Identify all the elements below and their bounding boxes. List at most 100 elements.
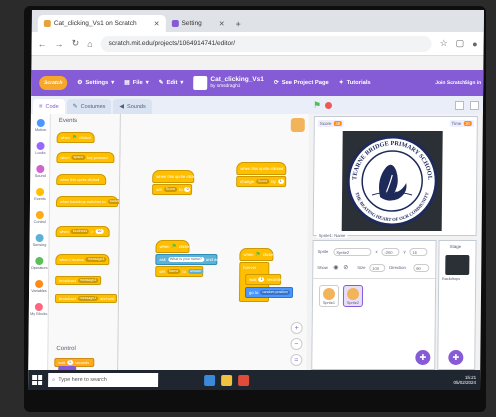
add-sprite-button[interactable]: ✚ <box>415 350 431 365</box>
bookmark-star-icon[interactable]: ☆ <box>440 38 448 49</box>
size-input[interactable]: 100 <box>369 264 386 272</box>
close-icon[interactable]: ✕ <box>219 20 225 28</box>
position-dropdown[interactable]: random position <box>260 290 290 295</box>
palette-block-when-i-receive[interactable]: when I receive message1 <box>55 254 110 265</box>
small-stage-icon[interactable] <box>454 100 465 110</box>
value-input[interactable]: 1 <box>67 360 74 365</box>
taskbar-search[interactable]: ⌕ Type here to search <box>48 373 159 387</box>
extensions-icon[interactable]: ▢ <box>456 38 465 49</box>
value-input[interactable]: 0 <box>184 187 191 192</box>
palette-block-broadcast-and-wait[interactable]: broadcast message1 and wait <box>54 294 118 303</box>
forward-icon[interactable]: → <box>55 39 64 49</box>
value-input[interactable]: 1 <box>277 179 284 184</box>
stage-selector[interactable]: Stage Backdrops ✚ <box>437 240 477 370</box>
category-operators[interactable]: Operators <box>29 252 49 275</box>
palette-block-when-sprite-clicked[interactable]: when this sprite clicked <box>56 174 107 185</box>
code-block-wait-seconds[interactable]: wait 1 seconds <box>245 274 282 285</box>
stop-icon[interactable] <box>325 101 333 109</box>
fullscreen-icon[interactable] <box>469 100 480 110</box>
code-block-change-score[interactable]: change Score by 1 <box>236 176 287 187</box>
variable-dropdown[interactable]: Score <box>255 179 270 184</box>
palette-block-when-flag-clicked[interactable]: when ⚑ clicked <box>56 132 95 143</box>
sprite-tile-sprite2[interactable]: Sprite2 <box>342 285 364 307</box>
reload-icon[interactable]: ↻ <box>72 38 80 49</box>
file-explorer-icon[interactable] <box>221 374 233 386</box>
code-block-when-sprite-clicked[interactable]: when this sprite clicked <box>236 162 287 175</box>
category-sound[interactable]: Sound <box>30 160 50 183</box>
category-my-blocks[interactable]: My Blocks <box>29 298 49 321</box>
question-input[interactable]: What is your name? <box>167 257 204 262</box>
system-tray[interactable]: 15:21 05/02/2024 <box>454 375 481 385</box>
browser-tab-setting[interactable]: Setting ✕ <box>165 15 230 32</box>
palette-block-when-key-pressed[interactable]: when space key pressed <box>56 152 115 163</box>
join-scratch-link[interactable]: Join Scratch <box>435 80 465 86</box>
add-backdrop-button[interactable]: ✚ <box>448 350 464 365</box>
backdrop-dropdown[interactable]: backdrop1 <box>107 199 121 204</box>
code-block-ask-and-wait[interactable]: ask What is your name? and wait <box>155 254 222 265</box>
variable-dropdown[interactable]: Score <box>163 187 178 192</box>
category-looks[interactable]: Looks <box>30 137 50 160</box>
palette-block-when-backdrop-switches[interactable]: when backdrop switches to backdrop1 <box>55 196 121 207</box>
block-text: and wait <box>100 296 115 301</box>
category-variables[interactable]: Variables <box>29 275 49 298</box>
tab-sounds[interactable]: ◀ Sounds <box>113 99 152 114</box>
category-events[interactable]: Events <box>30 183 50 206</box>
back-icon[interactable]: ← <box>38 39 47 49</box>
score-monitor[interactable]: Score 38 <box>317 120 345 127</box>
file-menu[interactable]: ▤ File ▾ <box>124 80 148 86</box>
code-block-when-flag-clicked[interactable]: when ⚑ clicked <box>155 240 192 253</box>
time-monitor[interactable]: Time 20 <box>449 120 474 127</box>
answer-reporter[interactable]: answer <box>187 269 204 274</box>
stage[interactable]: TEARNE BRIDGE PRIMARY SCHOOL THE BEATING… <box>312 116 478 236</box>
code-block-set-score[interactable]: set Score to 0 <box>152 184 193 195</box>
message-dropdown[interactable]: message1 <box>77 296 99 301</box>
settings-menu[interactable]: ⚙ Settings ▾ <box>77 80 114 86</box>
variable-dropdown[interactable]: Name <box>166 269 181 274</box>
home-icon[interactable]: ⌂ <box>87 39 93 49</box>
zoom-out-icon[interactable]: − <box>290 338 303 350</box>
tab-costumes[interactable]: ✎ Costumes <box>66 99 112 114</box>
code-block-when-sprite-clicked[interactable]: when this sprite clicked <box>152 170 199 183</box>
category-control[interactable]: Control <box>30 206 50 229</box>
sensor-dropdown[interactable]: loudness <box>70 229 90 234</box>
green-flag-icon[interactable]: ⚑ <box>313 100 321 111</box>
code-block-go-to-random[interactable]: go to random position <box>244 287 294 298</box>
zoom-reset-icon[interactable]: = <box>290 354 303 366</box>
y-input[interactable]: 16 <box>409 248 428 256</box>
category-motion[interactable]: Motion <box>31 114 51 137</box>
url-field[interactable]: scratch.mit.edu/projects/1064914741/edit… <box>100 35 432 52</box>
profile-icon[interactable]: ● <box>472 39 478 49</box>
category-sensing[interactable]: Sensing <box>29 229 49 252</box>
palette-block-when-loudness[interactable]: when loudness > 10 <box>55 226 110 237</box>
palette-block-broadcast[interactable]: broadcast message1 <box>55 276 102 285</box>
edge-browser-icon[interactable] <box>204 374 216 386</box>
eye-hidden-icon[interactable]: ⊘ <box>343 264 348 271</box>
chrome-browser-icon[interactable] <box>238 374 250 386</box>
message-dropdown[interactable]: message1 <box>77 278 99 283</box>
close-icon[interactable]: ✕ <box>154 20 160 28</box>
value-input[interactable]: 1 <box>258 277 265 282</box>
category-label: Variables <box>31 289 47 293</box>
direction-input[interactable]: 90 <box>413 264 430 272</box>
new-tab-icon[interactable]: + <box>236 19 241 29</box>
tab-code[interactable]: ≡ Code <box>32 99 65 114</box>
code-block-when-flag-clicked[interactable]: when ⚑ clicked <box>239 248 276 261</box>
message-dropdown[interactable]: message1 <box>85 257 107 262</box>
edit-menu[interactable]: ✎ Edit ▾ <box>159 80 184 86</box>
code-block-set-name[interactable]: set Name to answer <box>155 266 204 277</box>
sprite-tile-sprite1[interactable]: Sprite1 <box>318 285 340 307</box>
project-title-area[interactable]: Cat_clicking_Vs1 by smsdragh1 <box>193 76 264 90</box>
code-area[interactable]: when this sprite clicked set Score to 0 … <box>118 114 309 370</box>
sign-in-link[interactable]: Sign in <box>465 80 482 86</box>
see-project-page-button[interactable]: ⟳ See Project Page <box>274 80 329 86</box>
zoom-in-icon[interactable]: + <box>290 322 303 334</box>
browser-tab-scratch[interactable]: Cat_clicking_Vs1 on Scratch ✕ <box>37 15 166 32</box>
sprite-name-input[interactable]: Sprite2 <box>333 248 372 256</box>
eye-visible-icon[interactable]: ◉ <box>333 264 338 271</box>
x-input[interactable]: -200 <box>381 248 400 256</box>
windows-start-icon[interactable] <box>32 375 43 385</box>
scratch-logo[interactable]: Scratch <box>39 76 68 90</box>
key-dropdown[interactable]: space <box>71 155 86 160</box>
value-input[interactable]: 10 <box>95 229 104 234</box>
tutorials-button[interactable]: ✦ Tutorials <box>339 80 371 86</box>
